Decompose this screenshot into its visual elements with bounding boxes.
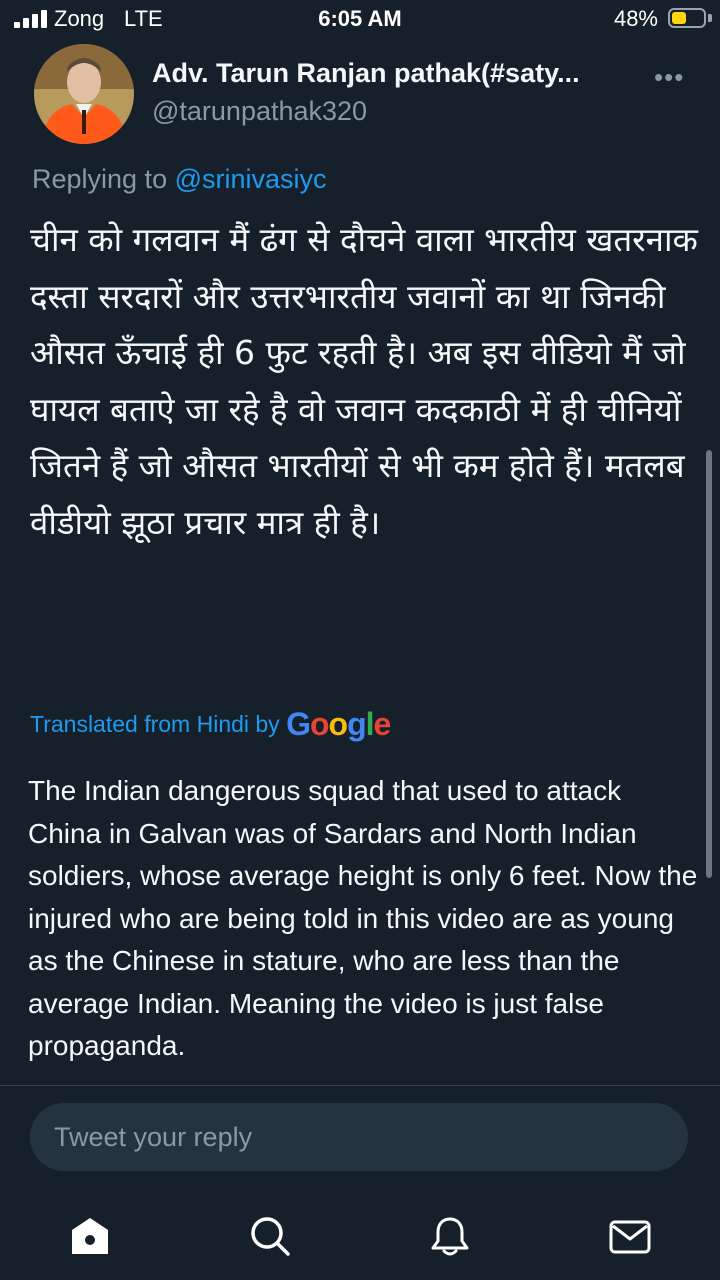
tab-search[interactable] (242, 1208, 298, 1264)
tab-notifications[interactable] (422, 1208, 478, 1264)
notifications-bell-icon (431, 1217, 469, 1256)
messages-mail-icon (609, 1220, 651, 1254)
author-name[interactable]: Adv. Tarun Ranjan pathak(#saty... (152, 58, 580, 89)
battery-percent: 48% (613, 6, 658, 31)
search-icon (251, 1217, 290, 1256)
author-handle[interactable]: @tarunpathak320 (152, 96, 367, 127)
translated-label: Translated from Hindi by (30, 711, 280, 737)
divider (0, 1085, 720, 1086)
tweet-detail-screen: Zong LTE 6:05 AM 48% Adv. Tarun Ranjan p… (0, 0, 720, 1280)
status-time: 6:05 AM (318, 6, 402, 31)
translation-attribution: Translated from Hindi by Google (30, 706, 391, 743)
tab-home[interactable] (62, 1208, 118, 1264)
replying-prefix: Replying to (32, 164, 168, 194)
replying-mention-link[interactable]: @srinivasiyc (175, 164, 327, 194)
author-avatar[interactable] (34, 44, 134, 144)
reply-input[interactable] (54, 1103, 654, 1171)
scrollbar[interactable] (706, 450, 712, 878)
battery-level (672, 12, 686, 24)
battery-icon (668, 8, 706, 28)
status-bar: Zong LTE 6:05 AM 48% (0, 0, 720, 40)
home-icon (72, 1218, 108, 1254)
more-horizontal-icon[interactable]: ••• (654, 62, 684, 93)
replying-to: Replying to @srinivasiyc (32, 164, 327, 195)
google-logo: Google (286, 706, 391, 742)
bottom-tab-bar (0, 1190, 720, 1280)
tab-messages[interactable] (602, 1208, 658, 1264)
reply-composer[interactable] (30, 1103, 688, 1171)
tweet-text-original: चीन को गलवान मैं ढंग से दौचने वाला भारती… (30, 220, 698, 542)
battery-cap (708, 14, 712, 22)
tweet-text-translated: The Indian dangerous squad that used to … (28, 775, 698, 1061)
